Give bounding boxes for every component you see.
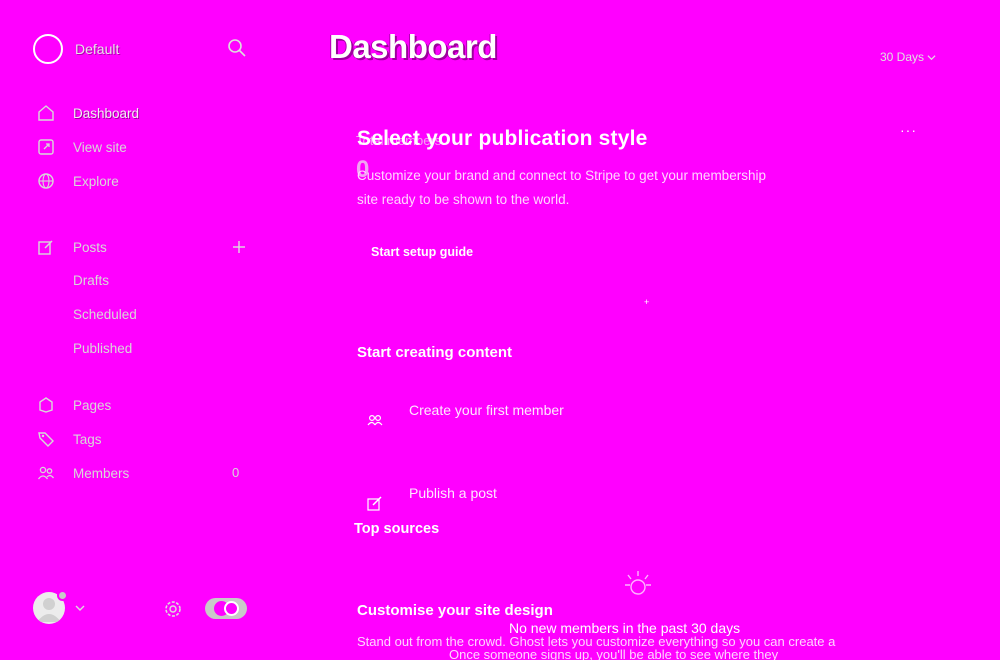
members-count: 0 <box>232 465 240 480</box>
sidebar-item-drafts[interactable]: Drafts <box>73 273 109 288</box>
sidebar-item-explore[interactable]: Explore <box>36 170 119 192</box>
create-section-title: Start creating content <box>357 344 513 361</box>
more-options-button[interactable]: ··· <box>900 122 917 138</box>
chevron-down-icon <box>927 54 936 60</box>
sidebar-item-label: Posts <box>73 239 107 255</box>
sidebar-item-label: Dashboard <box>73 105 140 121</box>
pencil-icon <box>367 496 382 511</box>
sidebar-item-view-site[interactable]: View site <box>36 136 127 158</box>
setup-title: Select your publication style <box>357 127 648 150</box>
customise-description: Stand out from the crowd. Ghost lets you… <box>357 634 836 649</box>
task-label: Publish a post <box>409 485 497 501</box>
setup-description: Customize your brand and connect to Stri… <box>357 168 766 207</box>
status-badge <box>57 590 68 601</box>
globe-icon <box>36 171 56 191</box>
edit-icon <box>36 237 56 257</box>
sidebar-item-scheduled[interactable]: Scheduled <box>73 307 137 322</box>
sidebar-item-label: Pages <box>73 397 112 413</box>
member-icon <box>367 414 383 426</box>
sidebar-item-label: Members <box>73 465 130 481</box>
brand[interactable]: Default <box>33 34 119 64</box>
sidebar-item-posts[interactable]: Posts <box>36 236 107 258</box>
task-label: Create your first member <box>409 402 564 418</box>
search-icon[interactable] <box>227 38 247 58</box>
sidebar-item-published[interactable]: Published <box>73 341 132 356</box>
add-marker: + <box>644 297 650 307</box>
plus-icon[interactable] <box>230 238 248 256</box>
sidebar-item-label: Tags <box>73 431 102 447</box>
gear-icon[interactable] <box>162 598 184 620</box>
page-icon <box>36 395 56 415</box>
brand-name: Default <box>75 41 120 57</box>
task-publish-post[interactable]: Publish a post <box>365 485 497 513</box>
date-range-value: 30 Days <box>880 50 925 64</box>
sidebar: Default Dashboard View site Explore Post… <box>0 0 290 660</box>
home-icon <box>36 103 56 123</box>
sidebar-item-pages[interactable]: Pages <box>36 394 111 416</box>
tag-icon <box>36 429 56 449</box>
chevron-down-icon[interactable] <box>74 602 86 614</box>
task-create-member[interactable]: Create your first member <box>365 402 564 430</box>
brand-logo <box>33 34 63 64</box>
members-icon <box>36 463 56 483</box>
top-sources-title: Top sources <box>354 521 440 537</box>
sidebar-item-label: View site <box>73 139 127 155</box>
page-title: Dashboard <box>329 28 497 65</box>
external-icon <box>36 137 56 157</box>
customise-title: Customise your site design <box>357 602 553 619</box>
sidebar-item-members[interactable]: Members <box>36 462 129 484</box>
sidebar-item-label: Explore <box>73 173 119 189</box>
theme-toggle[interactable] <box>205 598 247 619</box>
sidebar-item-dashboard[interactable]: Dashboard <box>36 102 139 124</box>
toggle-knob-outline <box>224 601 239 616</box>
sparkle-icon <box>625 571 651 595</box>
sidebar-item-tags[interactable]: Tags <box>36 428 102 450</box>
date-range-select[interactable]: 30 Days <box>880 50 936 64</box>
start-setup-button[interactable]: Start setup guide <box>371 245 473 259</box>
app: Default Dashboard View site Explore Post… <box>0 0 1000 660</box>
